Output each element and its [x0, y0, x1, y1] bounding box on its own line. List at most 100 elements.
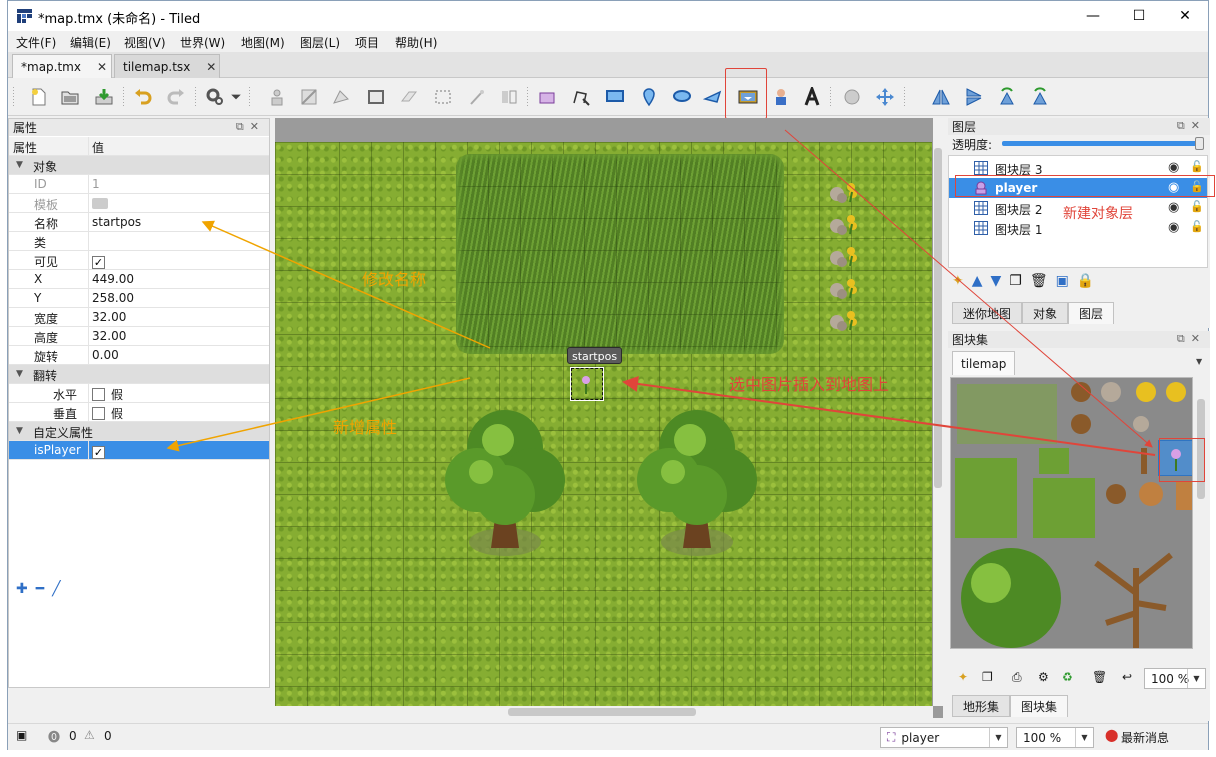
property-row[interactable]: 旋转 0.00	[9, 346, 269, 365]
save-icon[interactable]	[93, 86, 115, 108]
group-layer-icon[interactable]: ▣	[1056, 273, 1069, 295]
property-row[interactable]: 类	[9, 232, 269, 251]
console-icon[interactable]: ▣	[16, 728, 27, 742]
close-button[interactable]: ✕	[1162, 1, 1208, 31]
delete-tileset-icon[interactable]: 🗑	[1092, 670, 1107, 684]
remove-property-icon[interactable]: ━	[36, 581, 52, 597]
eye-icon[interactable]: ◉	[1168, 200, 1179, 215]
menu-file[interactable]: 文件(F)	[16, 34, 56, 51]
opacity-slider[interactable]	[1002, 137, 1204, 150]
property-row[interactable]: 名称 startpos	[9, 213, 269, 232]
tab-layers[interactable]: 图层	[1068, 302, 1115, 324]
close-icon[interactable]: ✕	[206, 60, 216, 74]
move-layer-down-icon[interactable]: ▼	[991, 273, 1002, 295]
property-row[interactable]: 可见 ✓	[9, 251, 269, 270]
add-property-icon[interactable]: ✚	[16, 581, 36, 597]
menu-map[interactable]: 地图(M)	[241, 34, 285, 51]
insert-ellipse-icon[interactable]	[671, 86, 693, 108]
eraser-icon[interactable]	[398, 86, 420, 108]
property-row[interactable]: isPlayer ✓	[9, 441, 269, 460]
minimize-button[interactable]: —	[1070, 1, 1116, 31]
layer-select[interactable]: ⛶ player ▼	[880, 727, 1008, 748]
magic-wand-icon[interactable]	[466, 86, 488, 108]
dock-float-close-icons[interactable]: ⧉✕	[1177, 332, 1206, 346]
property-row[interactable]: 水平假	[9, 384, 269, 403]
embed-tileset-icon[interactable]: ❐	[982, 670, 993, 684]
startpos-object[interactable]	[570, 367, 604, 401]
insert-point-icon[interactable]	[638, 86, 660, 108]
duplicate-layer-icon[interactable]: ❐	[1009, 273, 1022, 295]
menu-help[interactable]: 帮助(H)	[395, 34, 437, 51]
property-checkbox[interactable]: 假	[92, 386, 123, 403]
edit-tileset-icon[interactable]: ⚙	[1038, 670, 1049, 684]
insert-tile-icon[interactable]	[737, 86, 759, 108]
menu-layer[interactable]: 图层(L)	[300, 34, 340, 51]
undo-icon[interactable]	[132, 86, 154, 108]
tileset-view[interactable]	[950, 377, 1193, 649]
tileset-vertical-scrollbar[interactable]	[1195, 377, 1207, 649]
menu-project[interactable]: 项目	[355, 34, 379, 51]
news-link[interactable]: 最新消息	[1121, 729, 1169, 746]
edit-polygon-icon[interactable]	[570, 86, 592, 108]
insert-text-icon[interactable]	[801, 86, 823, 108]
property-checkbox[interactable]: ✓	[92, 253, 105, 269]
new-tileset-icon[interactable]: ✦	[958, 670, 968, 684]
map-horizontal-scrollbar[interactable]	[275, 706, 933, 718]
layer-row-player[interactable]: player ◉ 🔓	[949, 178, 1207, 198]
tab-tilemap-tsx[interactable]: tilemap.tsx ✕	[114, 54, 220, 78]
property-checkbox[interactable]: 假	[92, 405, 123, 422]
flip-vertical-icon[interactable]	[963, 86, 985, 108]
rect-select-icon[interactable]	[432, 86, 454, 108]
eye-icon[interactable]: ◉	[1168, 160, 1179, 175]
property-row[interactable]: X 449.00	[9, 270, 269, 289]
lock-layer-icon[interactable]: 🔒	[1077, 273, 1094, 295]
chevron-down-icon[interactable]: ▼	[989, 728, 1007, 747]
flip-horizontal-icon[interactable]	[930, 86, 952, 108]
map-zoom-select[interactable]: 100 % ▼	[1016, 727, 1094, 748]
menu-world[interactable]: 世界(W)	[180, 34, 225, 51]
rename-property-icon[interactable]: ╱	[52, 581, 68, 597]
commands-icon[interactable]	[204, 86, 226, 108]
rotate-right-icon[interactable]	[1029, 86, 1051, 108]
chevron-down-icon[interactable]: ▼	[1187, 669, 1205, 688]
property-row[interactable]: 宽度 32.00	[9, 308, 269, 327]
redo-icon[interactable]	[165, 86, 187, 108]
lock-icon[interactable]: 🔓	[1190, 180, 1204, 193]
eye-icon[interactable]: ◉	[1168, 220, 1179, 235]
property-checkbox[interactable]: ✓	[92, 443, 105, 459]
tileset-zoom-select[interactable]: 100 % ▼	[1144, 668, 1206, 689]
world-tool-icon[interactable]	[841, 86, 863, 108]
lock-icon[interactable]: 🔓	[1190, 220, 1204, 233]
opacity-slider-handle[interactable]	[1195, 137, 1204, 150]
expand-triangle-icon[interactable]: ▼	[16, 160, 23, 170]
map-vertical-scrollbar[interactable]	[933, 118, 943, 706]
tab-tilemap[interactable]: tilemap	[952, 351, 1016, 375]
insert-polygon-icon[interactable]	[702, 86, 724, 108]
insert-rectangle-icon[interactable]	[604, 86, 626, 108]
property-row[interactable]: 垂直假	[9, 403, 269, 422]
delete-layer-icon[interactable]: 🗑	[1030, 273, 1048, 295]
lock-icon[interactable]: 🔓	[1190, 160, 1204, 173]
tab-terrain-sets[interactable]: 地形集	[952, 695, 1011, 717]
expand-triangle-icon[interactable]: ▼	[16, 369, 23, 379]
tab-minimap[interactable]: 迷你地图	[952, 302, 1023, 324]
lock-icon[interactable]: 🔓	[1190, 200, 1204, 213]
insert-template-icon[interactable]	[770, 86, 792, 108]
eye-icon[interactable]: ◉	[1168, 180, 1179, 195]
dock-float-close-icons[interactable]: ⧉✕	[236, 120, 265, 134]
move-layer-up-icon[interactable]: ▲	[972, 273, 983, 295]
tab-objects[interactable]: 对象	[1022, 302, 1069, 324]
object-select-icon[interactable]	[536, 86, 558, 108]
random-mode-icon[interactable]	[266, 86, 288, 108]
expand-triangle-icon[interactable]: ▼	[16, 426, 23, 436]
new-layer-icon[interactable]: ✦	[952, 273, 964, 295]
property-row[interactable]: 高度 32.00	[9, 327, 269, 346]
property-row[interactable]: Y 258.00	[9, 289, 269, 308]
property-row[interactable]: ID 1	[9, 175, 269, 194]
tab-map-tmx[interactable]: *map.tmx ✕	[12, 54, 112, 78]
layer-row-tile-3[interactable]: 图块层 3 ◉ 🔓	[949, 158, 1207, 178]
move-icon[interactable]	[874, 86, 896, 108]
terrain-icon[interactable]	[330, 86, 352, 108]
maximize-button[interactable]: ☐	[1116, 1, 1162, 31]
dock-float-close-icons[interactable]: ⧉✕	[1177, 119, 1206, 133]
